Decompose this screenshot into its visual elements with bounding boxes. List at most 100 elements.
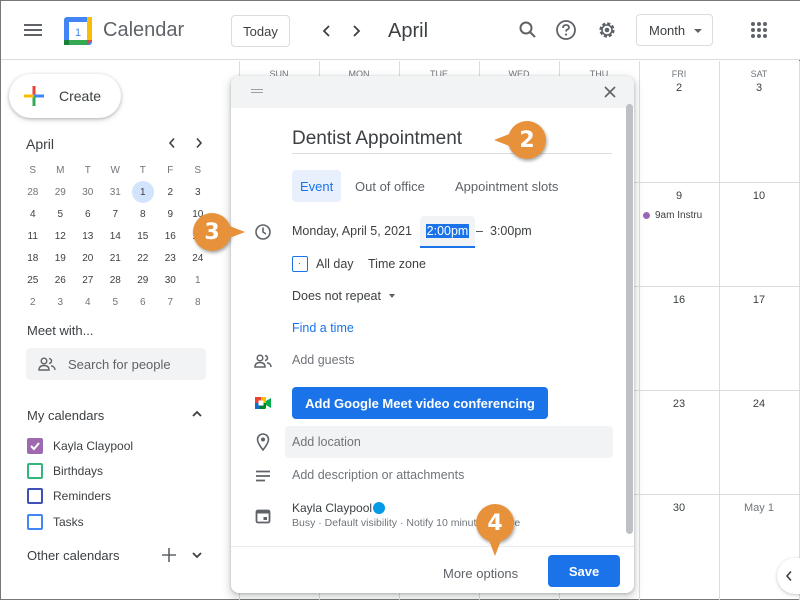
mini-calendar-day[interactable]: 4 — [74, 291, 102, 313]
other-calendars-expand-button[interactable] — [190, 548, 206, 564]
tab-event[interactable]: Event — [292, 170, 342, 202]
event-chip[interactable]: 9am Instru — [643, 210, 719, 221]
calendar-checkbox-tasks[interactable]: Tasks — [27, 512, 84, 532]
save-button[interactable]: Save — [548, 555, 620, 587]
mini-calendar-day[interactable]: 23 — [157, 247, 185, 269]
mini-calendar-day[interactable]: 6 — [74, 203, 102, 225]
mini-calendar-day[interactable]: 12 — [47, 225, 75, 247]
create-button[interactable]: Create — [9, 74, 121, 118]
mini-calendar-day[interactable]: 7 — [102, 203, 130, 225]
start-time-input[interactable]: 2:00pm — [420, 216, 475, 248]
mini-calendar-weekday: T — [139, 164, 146, 176]
calendar-checkbox-birthdays[interactable]: Birthdays — [27, 461, 103, 481]
event-title-input[interactable] — [292, 124, 612, 154]
add-google-meet-button[interactable]: Add Google Meet video conferencing — [292, 387, 548, 419]
add-description-input[interactable]: Add description or attachments — [292, 468, 464, 482]
settings-button[interactable] — [594, 17, 620, 43]
more-options-button[interactable]: More options — [443, 558, 518, 588]
main-menu-button[interactable] — [23, 21, 43, 41]
mini-calendar-day[interactable]: 3 — [47, 291, 75, 313]
mini-calendar-day[interactable]: 16 — [157, 225, 185, 247]
mini-calendar-day[interactable]: 8 — [184, 291, 212, 313]
mini-calendar-day[interactable]: 26 — [47, 269, 75, 291]
mini-calendar-day[interactable]: 15 — [129, 225, 157, 247]
mini-calendar-day[interactable]: 21 — [102, 247, 130, 269]
add-other-calendar-button[interactable] — [160, 546, 178, 564]
calendar-checkbox-reminders[interactable]: Reminders — [27, 486, 111, 506]
day-number[interactable]: 30 — [639, 502, 719, 514]
day-number[interactable]: 9 — [639, 190, 719, 202]
mini-calendar-next-button[interactable] — [189, 133, 209, 153]
mini-calendar-day[interactable]: 8 — [129, 203, 157, 225]
add-guests-input[interactable]: Add guests — [292, 353, 355, 367]
calendar-logo-icon: 1 — [63, 16, 93, 46]
mini-calendar-day[interactable]: 7 — [157, 291, 185, 313]
today-button[interactable]: Today — [231, 15, 290, 47]
all-day-checkbox[interactable]: All day — [292, 256, 354, 272]
mini-calendar-day[interactable]: 1 — [184, 269, 212, 291]
mini-calendar-day[interactable]: 28 — [102, 269, 130, 291]
day-number[interactable]: 24 — [719, 398, 799, 410]
mini-calendar-day[interactable]: 2 — [19, 291, 47, 313]
time-zone-button[interactable]: Time zone — [368, 257, 426, 271]
event-chip-label: 9am Instru — [655, 210, 703, 221]
help-button[interactable] — [553, 17, 579, 43]
day-number[interactable]: 2 — [639, 82, 719, 94]
mini-calendar-day-number: 7 — [167, 296, 174, 308]
day-number[interactable]: May 1 — [719, 502, 799, 514]
mini-calendar-day[interactable]: 14 — [102, 225, 130, 247]
previous-period-button[interactable] — [315, 19, 339, 43]
mini-calendar-day[interactable]: 2 — [157, 181, 185, 203]
mini-calendar-day[interactable]: 6 — [129, 291, 157, 313]
mini-calendar-day-number: 22 — [137, 252, 149, 264]
close-dialog-button[interactable] — [600, 82, 620, 102]
day-number[interactable]: 3 — [719, 82, 799, 94]
end-time-field[interactable]: 3:00pm — [490, 224, 532, 238]
mini-calendar-day-number: 30 — [164, 274, 176, 286]
mini-calendar-day[interactable]: 5 — [47, 203, 75, 225]
my-calendars-collapse-button[interactable] — [190, 407, 206, 423]
mini-calendar-day[interactable]: 30 — [157, 269, 185, 291]
calendar-checkbox-kayla-claypool[interactable]: Kayla Claypool — [27, 436, 133, 456]
mini-calendar-day[interactable]: 30 — [74, 181, 102, 203]
dialog-scrollbar[interactable] — [626, 104, 633, 534]
next-period-button[interactable] — [344, 19, 368, 43]
mini-calendar-day[interactable]: 25 — [19, 269, 47, 291]
mini-calendar-day[interactable]: 18 — [19, 247, 47, 269]
add-location-input[interactable]: Add location — [285, 426, 613, 458]
mini-calendar-day[interactable]: 29 — [129, 269, 157, 291]
tab-appointment-slots[interactable]: Appointment slots — [447, 170, 566, 202]
mini-calendar-day[interactable]: 9 — [157, 203, 185, 225]
mini-calendar-day[interactable]: 19 — [47, 247, 75, 269]
search-button[interactable] — [515, 17, 541, 43]
mini-calendar-day[interactable]: 31 — [102, 181, 130, 203]
mini-calendar-day[interactable]: 27 — [74, 269, 102, 291]
day-number[interactable]: 23 — [639, 398, 719, 410]
close-icon — [604, 86, 616, 98]
mini-calendar-day[interactable]: 3 — [184, 181, 212, 203]
find-a-time-link[interactable]: Find a time — [292, 321, 354, 335]
mini-calendar-day[interactable]: 29 — [47, 181, 75, 203]
day-number[interactable]: 16 — [639, 294, 719, 306]
mini-calendar-day[interactable]: 20 — [74, 247, 102, 269]
mini-calendar-day[interactable]: 11 — [19, 225, 47, 247]
chevron-right-icon — [353, 25, 361, 37]
mini-calendar-day[interactable]: 1 — [129, 181, 157, 203]
mini-calendar-day[interactable]: 28 — [19, 181, 47, 203]
tab-out-of-office[interactable]: Out of office — [347, 170, 433, 202]
google-apps-icon[interactable] — [751, 22, 767, 38]
search-people-input[interactable]: Search for people — [26, 348, 206, 380]
mini-calendar-day[interactable]: 5 — [102, 291, 130, 313]
day-number[interactable]: 10 — [719, 190, 799, 202]
view-selector[interactable]: Month — [636, 14, 713, 46]
calendar-label: Tasks — [53, 515, 84, 529]
mini-calendar-prev-button[interactable] — [162, 133, 182, 153]
recurrence-dropdown[interactable]: Does not repeat — [292, 289, 395, 303]
event-date-field[interactable]: Monday, April 5, 2021 — [292, 224, 412, 238]
mini-calendar-day[interactable]: 4 — [19, 203, 47, 225]
mini-calendar-day[interactable]: 22 — [129, 247, 157, 269]
drag-handle-icon[interactable] — [251, 89, 263, 95]
day-number[interactable]: 17 — [719, 294, 799, 306]
calendar-owner[interactable]: Kayla Claypool — [292, 501, 386, 515]
mini-calendar-day[interactable]: 13 — [74, 225, 102, 247]
